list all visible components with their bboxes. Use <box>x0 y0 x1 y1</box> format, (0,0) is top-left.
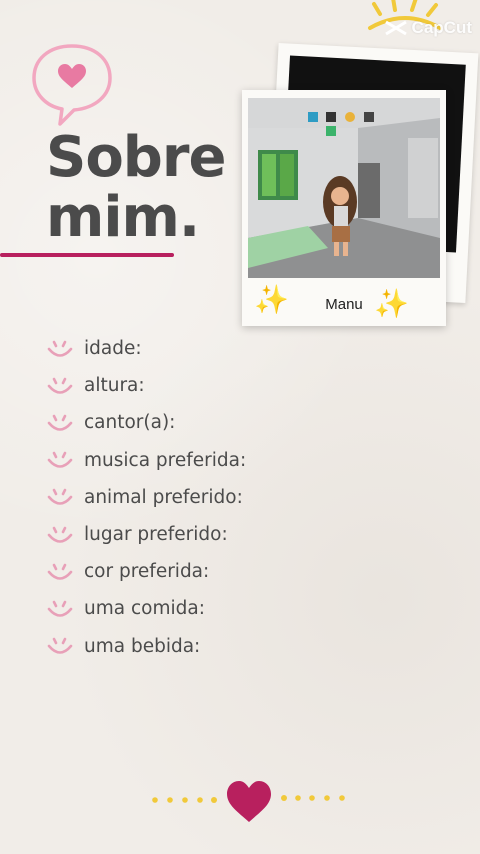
list-item-animal: animal preferido: <box>46 479 246 516</box>
list-item-cantor: cantor(a): <box>46 404 246 441</box>
smiley-icon <box>47 340 73 357</box>
list-item-lugar: lugar preferido: <box>46 516 246 553</box>
heart-icon <box>227 781 271 822</box>
item-label: altura: <box>84 375 145 397</box>
title-line-1: Sobre <box>46 125 226 190</box>
item-label: idade: <box>84 338 142 360</box>
capcut-watermark: CapCut <box>384 18 472 38</box>
about-list: idade: altura: cantor(a): musica preferi… <box>46 330 246 665</box>
smiley-icon <box>47 489 73 506</box>
smiley-icon <box>47 637 73 654</box>
sparkles-icon-right: ✨ <box>374 287 409 320</box>
list-item-idade: idade: <box>46 330 246 367</box>
smiley-icon <box>47 600 73 617</box>
capcut-logo-icon <box>384 20 407 36</box>
item-label: cantor(a): <box>84 412 176 434</box>
smiley-icon <box>47 377 73 394</box>
title-underline <box>0 253 174 257</box>
smiley-icon <box>47 526 73 543</box>
list-item-musica: musica preferida: <box>46 442 246 479</box>
list-item-altura: altura: <box>46 367 246 404</box>
heart-speech-bubble-icon <box>32 44 112 126</box>
footer-heart-decoration <box>152 781 345 822</box>
list-item-bebida: uma bebida: <box>46 628 246 665</box>
title-line-2: mim. <box>46 185 200 250</box>
smiley-icon <box>47 563 73 580</box>
page-title: Sobre mim. <box>46 128 226 248</box>
item-label: cor preferida: <box>84 561 210 583</box>
smiley-icon <box>47 414 73 431</box>
list-item-cor: cor preferida: <box>46 553 246 590</box>
character-photo <box>248 98 440 278</box>
smiley-icon <box>47 451 73 468</box>
item-label: uma comida: <box>84 598 205 620</box>
watermark-text: CapCut <box>411 18 472 37</box>
item-label: lugar preferido: <box>84 524 228 546</box>
item-label: musica preferida: <box>84 449 247 471</box>
item-label: uma bebida: <box>84 635 201 657</box>
item-label: animal preferido: <box>84 486 243 508</box>
list-item-comida: uma comida: <box>46 590 246 627</box>
game-scene-illustration <box>248 98 440 278</box>
polaroid-front: ✨ Manu ✨ <box>242 90 446 326</box>
photo-caption: Manu <box>325 296 363 313</box>
